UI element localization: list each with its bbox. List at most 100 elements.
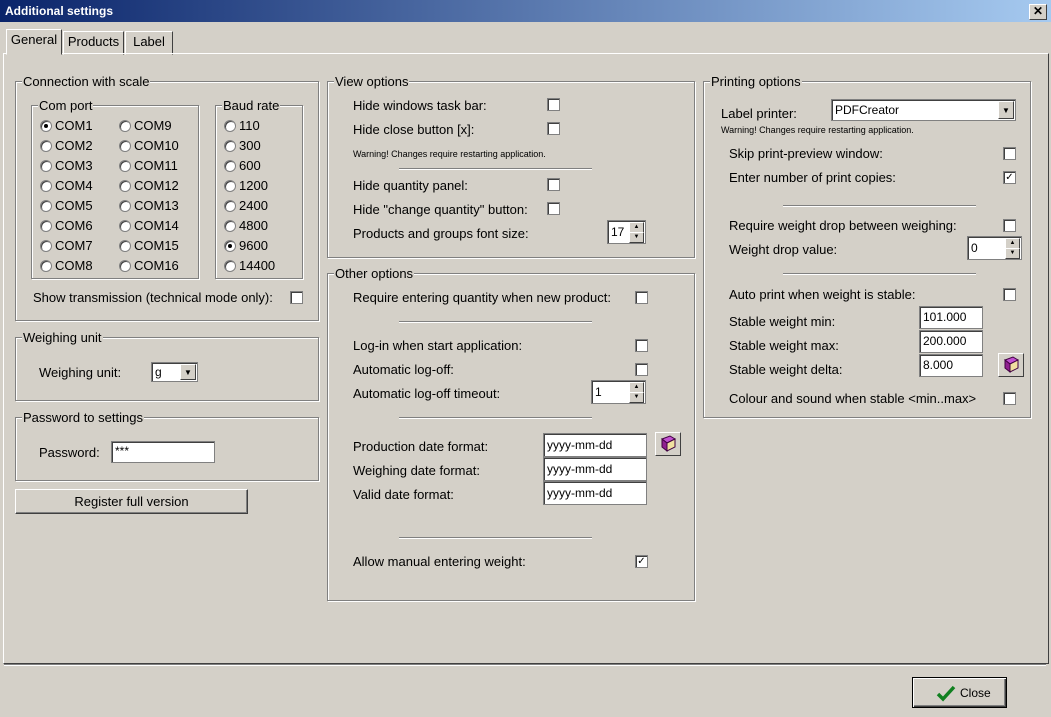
close-window-button[interactable]: ✕ — [1029, 4, 1047, 20]
font-size-value: 17 — [611, 225, 625, 239]
production-date-book-button[interactable] — [655, 432, 681, 456]
baud-rate-radio-300[interactable] — [224, 140, 236, 152]
hide-change-qty-checkbox[interactable] — [547, 202, 560, 215]
com-port-label-com13: COM13 — [134, 198, 179, 213]
divider — [399, 537, 592, 539]
window-title: Additional settings — [5, 4, 113, 18]
skip-preview-checkbox[interactable] — [1003, 147, 1016, 160]
stable-min-input[interactable]: 101.000 — [919, 306, 983, 329]
weighing-unit-select[interactable]: g ▼ — [151, 362, 198, 382]
stable-delta-input[interactable]: 8.000 — [919, 354, 983, 377]
baud-rate-radio-600[interactable] — [224, 160, 236, 172]
font-size-spinner[interactable]: 17 ▲ ▼ — [607, 220, 646, 244]
auto-print-checkbox[interactable] — [1003, 288, 1016, 301]
baud-rate-radio-14400[interactable] — [224, 260, 236, 272]
com-port-label-com7: COM7 — [55, 238, 93, 253]
com-port-label-com12: COM12 — [134, 178, 179, 193]
label-printer-select[interactable]: PDFCreator ▼ — [831, 99, 1016, 121]
com-port-group-label: Com port — [38, 98, 94, 113]
stable-max-label: Stable weight max: — [729, 338, 839, 353]
hide-change-qty-label: Hide "change quantity" button: — [353, 202, 528, 217]
com-port-radio-com12[interactable] — [119, 180, 131, 192]
com-port-radio-com14[interactable] — [119, 220, 131, 232]
require-drop-checkbox[interactable] — [1003, 219, 1016, 232]
stable-max-input[interactable]: 200.000 — [919, 330, 983, 353]
label-printer-label: Label printer: — [721, 106, 797, 121]
com-port-label-com14: COM14 — [134, 218, 179, 233]
com-port-label-com6: COM6 — [55, 218, 93, 233]
close-button[interactable]: Close — [912, 677, 1007, 708]
tab-general[interactable]: General — [6, 29, 62, 55]
password-input[interactable]: *** — [111, 441, 215, 463]
chevron-down-icon[interactable]: ▼ — [998, 101, 1014, 119]
drop-value-spinner[interactable]: 0 ▲ ▼ — [967, 236, 1022, 260]
spin-down-icon[interactable]: ▼ — [629, 392, 644, 403]
com-port-radio-com15[interactable] — [119, 240, 131, 252]
register-full-version-button[interactable]: Register full version — [15, 489, 248, 514]
spin-down-icon[interactable]: ▼ — [1005, 248, 1020, 259]
spinner-buttons[interactable]: ▲ ▼ — [1005, 238, 1020, 259]
hide-close-checkbox[interactable] — [547, 122, 560, 135]
divider — [399, 417, 592, 419]
tab-label[interactable]: Label — [125, 31, 173, 55]
baud-rate-label-110: 110 — [239, 118, 260, 133]
manual-weight-checkbox[interactable]: ✓ — [635, 555, 648, 568]
com-port-radio-com10[interactable] — [119, 140, 131, 152]
com-port-radio-com2[interactable] — [40, 140, 52, 152]
spinner-buttons[interactable]: ▲ ▼ — [629, 382, 644, 403]
tab-products[interactable]: Products — [63, 31, 124, 55]
close-icon: ✕ — [1032, 4, 1044, 18]
bottom-divider — [4, 664, 1046, 666]
stable-weight-book-button[interactable] — [998, 353, 1024, 377]
password-label: Password: — [39, 445, 100, 460]
production-date-input[interactable]: yyyy-mm-dd — [543, 433, 647, 457]
com-port-radio-com3[interactable] — [40, 160, 52, 172]
show-transmission-checkbox[interactable] — [290, 291, 303, 304]
valid-date-input[interactable]: yyyy-mm-dd — [543, 481, 647, 505]
auto-logoff-checkbox[interactable] — [635, 363, 648, 376]
hide-taskbar-checkbox[interactable] — [547, 98, 560, 111]
com-port-radio-com16[interactable] — [119, 260, 131, 272]
weighing-date-input[interactable]: yyyy-mm-dd — [543, 457, 647, 481]
logoff-timeout-value: 1 — [595, 385, 602, 399]
baud-rate-radio-110[interactable] — [224, 120, 236, 132]
printing-options-group-label: Printing options — [710, 74, 802, 89]
com-port-radio-com5[interactable] — [40, 200, 52, 212]
login-start-checkbox[interactable] — [635, 339, 648, 352]
drop-value-value: 0 — [971, 241, 978, 255]
com-port-radio-com7[interactable] — [40, 240, 52, 252]
auto-print-label: Auto print when weight is stable: — [729, 287, 916, 302]
baud-rate-radio-2400[interactable] — [224, 200, 236, 212]
login-start-label: Log-in when start application: — [353, 338, 523, 353]
require-drop-label: Require weight drop between weighing: — [729, 218, 957, 233]
com-port-label-com11: COM11 — [134, 158, 178, 173]
com-port-label-com5: COM5 — [55, 198, 93, 213]
com-port-label-com9: COM9 — [134, 118, 172, 133]
baud-rate-radio-4800[interactable] — [224, 220, 236, 232]
com-port-radio-com9[interactable] — [119, 120, 131, 132]
colour-sound-checkbox[interactable] — [1003, 392, 1016, 405]
baud-rate-label-4800: 4800 — [239, 218, 268, 233]
production-date-label: Production date format: — [353, 439, 489, 454]
chevron-down-icon[interactable]: ▼ — [180, 364, 196, 380]
baud-rate-radio-1200[interactable] — [224, 180, 236, 192]
com-port-radio-com13[interactable] — [119, 200, 131, 212]
hide-qty-panel-checkbox[interactable] — [547, 178, 560, 191]
hide-taskbar-label: Hide windows task bar: — [353, 98, 487, 113]
com-port-radio-com11[interactable] — [119, 160, 131, 172]
com-port-radio-com4[interactable] — [40, 180, 52, 192]
com-port-radio-com6[interactable] — [40, 220, 52, 232]
spin-down-icon[interactable]: ▼ — [629, 232, 644, 243]
skip-preview-label: Skip print-preview window: — [729, 146, 883, 161]
divider — [783, 205, 976, 207]
print-copies-checkbox[interactable]: ✓ — [1003, 171, 1016, 184]
require-qty-checkbox[interactable] — [635, 291, 648, 304]
com-port-radio-com8[interactable] — [40, 260, 52, 272]
com-port-radio-com1[interactable] — [40, 120, 52, 132]
baud-rate-radio-9600[interactable] — [224, 240, 236, 252]
hide-close-label: Hide close button [x]: — [353, 122, 475, 137]
stable-delta-label: Stable weight delta: — [729, 362, 843, 377]
logoff-timeout-spinner[interactable]: 1 ▲ ▼ — [591, 380, 646, 404]
spinner-buttons[interactable]: ▲ ▼ — [629, 222, 644, 243]
font-size-label: Products and groups font size: — [353, 226, 529, 241]
